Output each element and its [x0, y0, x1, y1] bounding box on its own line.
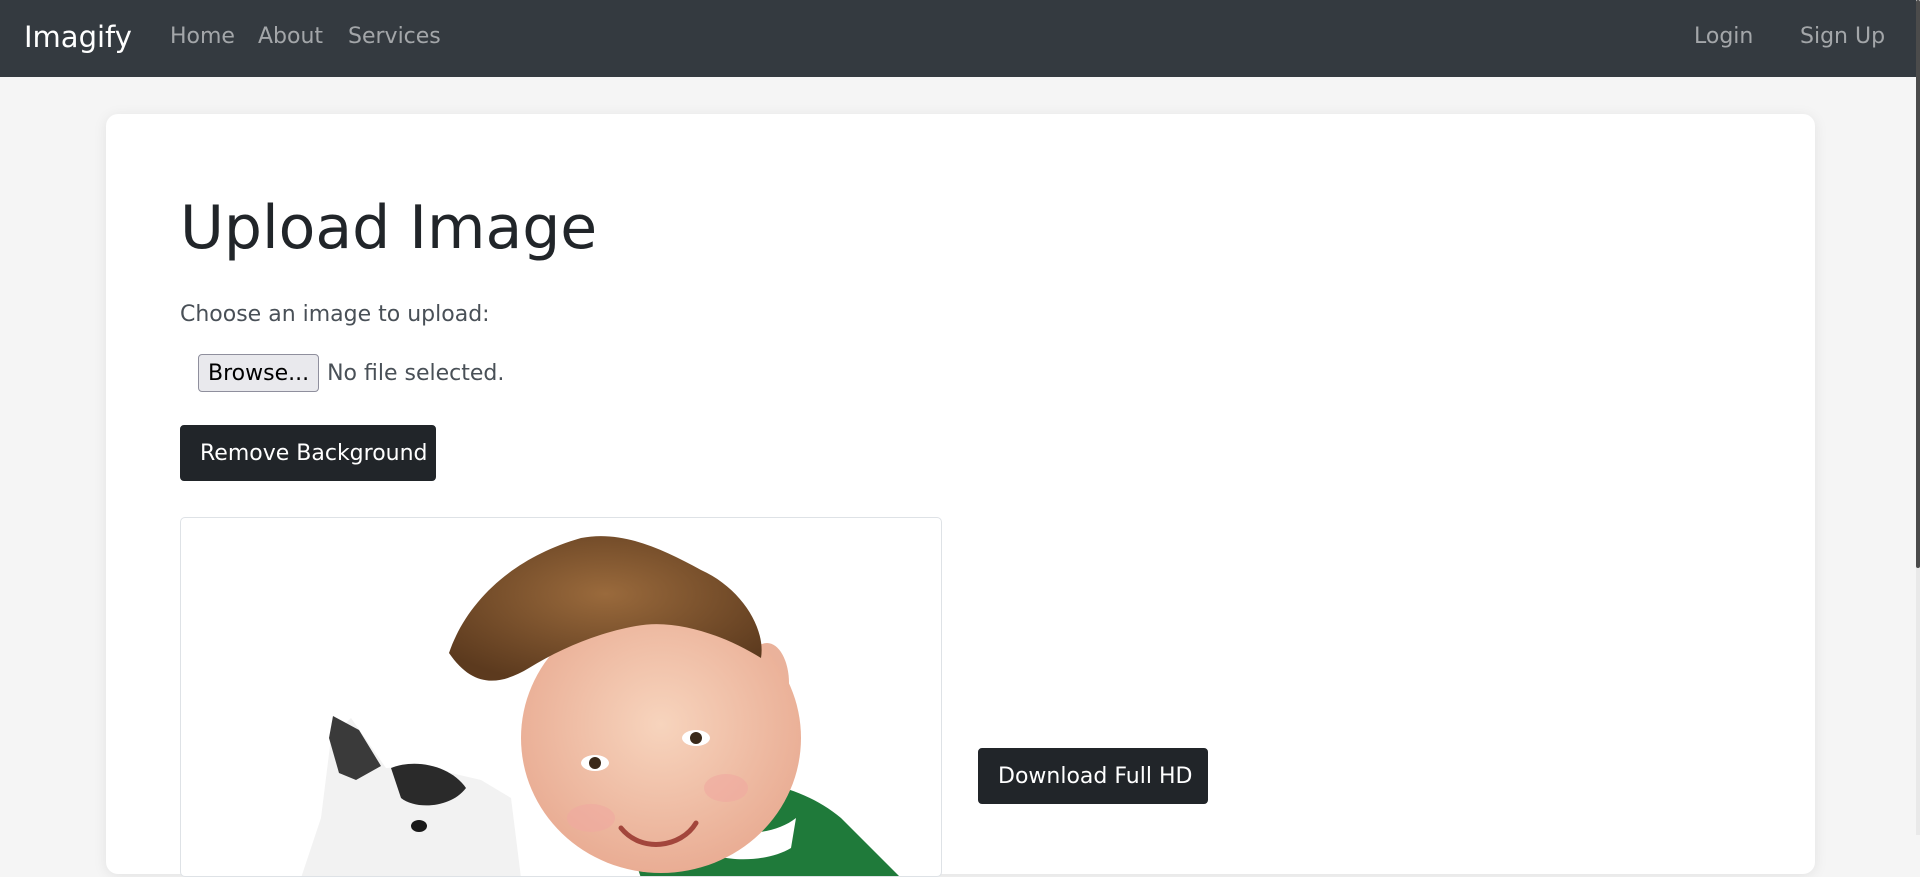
brand-logo[interactable]: Imagify	[24, 19, 132, 55]
dog-eye	[411, 820, 427, 832]
upload-label: Choose an image to upload:	[180, 302, 490, 327]
navbar: Imagify Home About Services Login Sign U…	[0, 0, 1920, 77]
nav-about-link[interactable]: About	[258, 23, 323, 51]
signup-link[interactable]: Sign Up	[1800, 23, 1885, 51]
page-title: Upload Image	[180, 193, 598, 263]
scrollbar-thumb[interactable]	[1916, 0, 1920, 568]
remove-background-button[interactable]: Remove Background	[180, 425, 436, 481]
browse-button[interactable]: Browse...	[198, 354, 320, 392]
file-input[interactable]: Browse... No file selected.	[198, 354, 504, 392]
nav-services-link[interactable]: Services	[348, 23, 441, 51]
login-link[interactable]: Login	[1694, 23, 1753, 51]
preview-image	[301, 536, 899, 876]
image-preview	[180, 517, 942, 877]
download-full-hd-button[interactable]: Download Full HD	[978, 748, 1208, 804]
nav-home-link[interactable]: Home	[170, 23, 235, 51]
page-scrollbar[interactable]	[1916, 0, 1920, 835]
file-status-text: No file selected.	[327, 360, 505, 386]
upload-card: Upload Image Choose an image to upload: …	[106, 114, 1815, 877]
